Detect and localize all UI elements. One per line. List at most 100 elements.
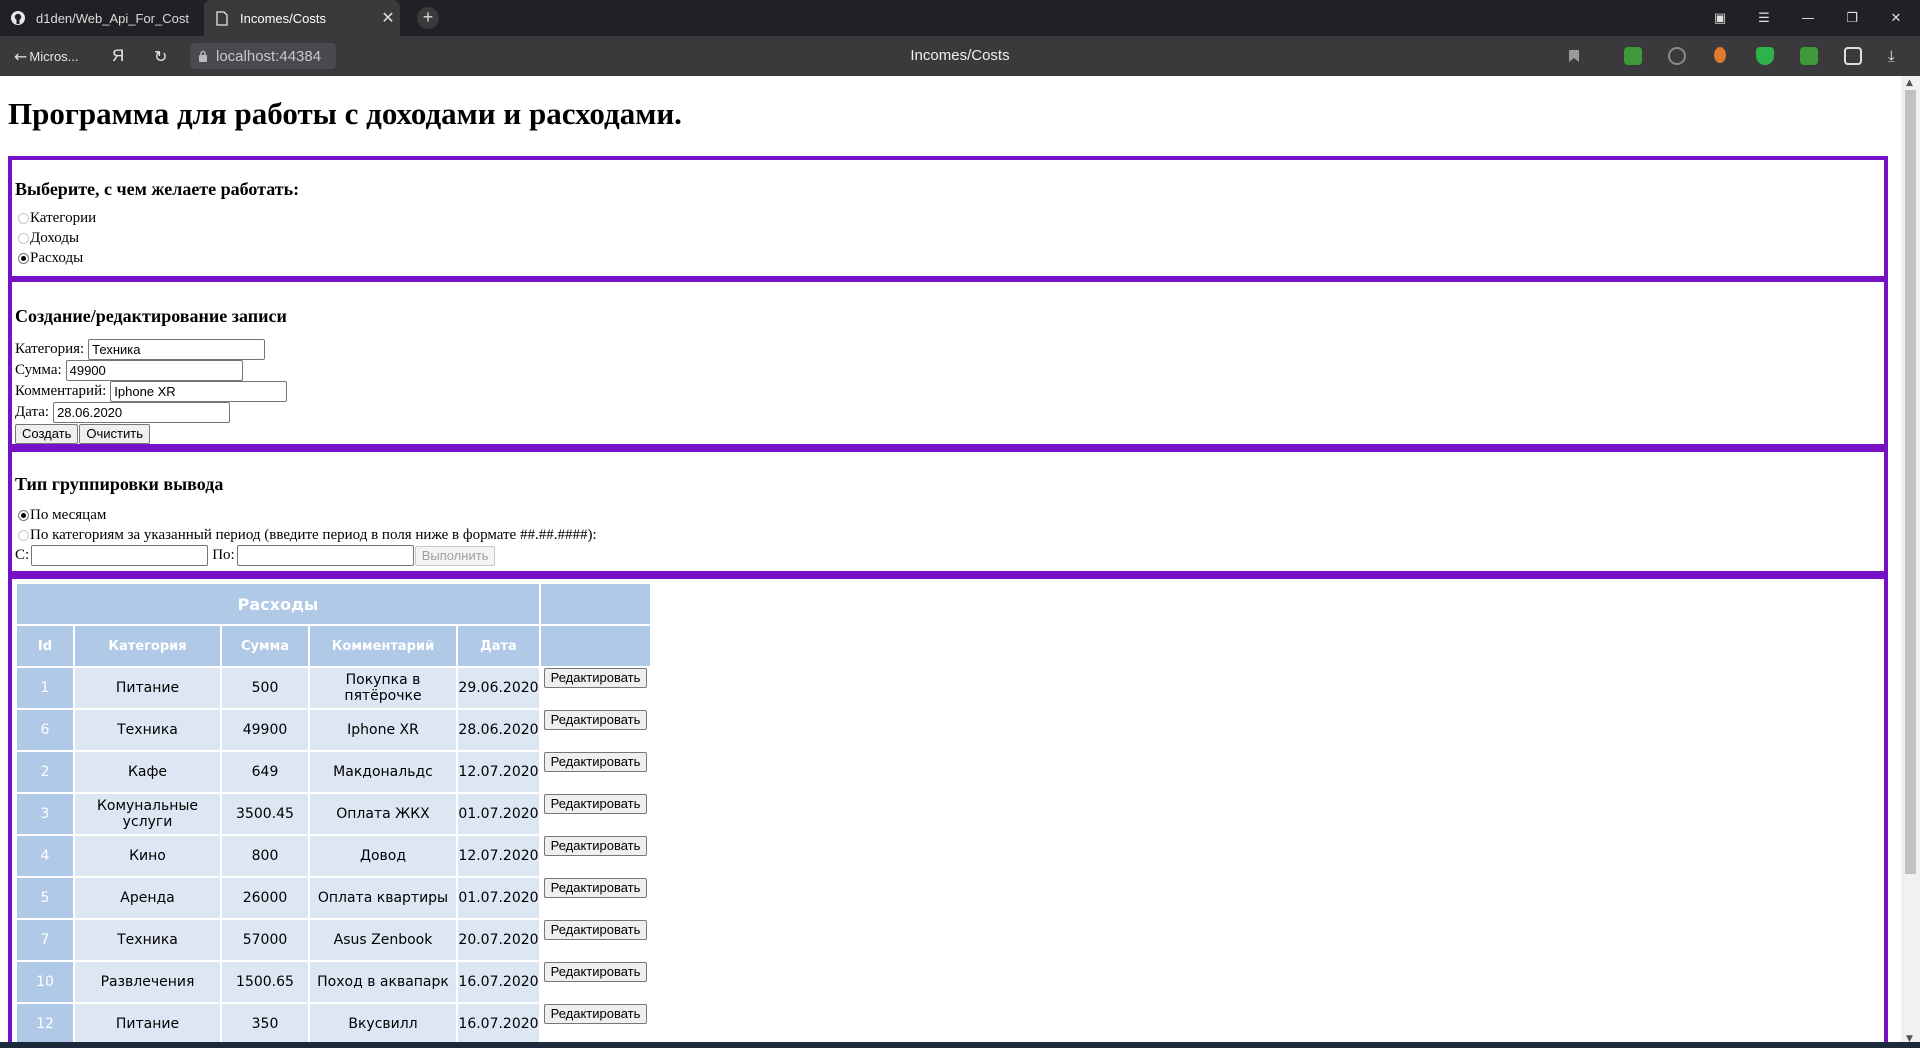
radio-icon[interactable] [18,233,29,244]
date-input[interactable] [53,402,231,423]
cell-action: Редактировать [541,752,650,792]
close-window-icon[interactable]: ✕ [1874,0,1918,36]
url-text: localhost:44384 [216,47,322,65]
from-label: С: [15,547,30,563]
tab-collections-icon[interactable]: ▣ [1698,0,1742,36]
create-button[interactable]: Создать [15,424,79,444]
minimize-icon[interactable]: — [1786,0,1830,36]
browser-tab-bar: d1den/Web_Api_For_Cost Incomes/Costs ✕ +… [0,0,1920,36]
radio-by-period[interactable]: По категориям за указанный период (введи… [15,527,597,544]
cell-comment: Iphone XR [310,710,456,750]
cell-id: 10 [17,962,73,1002]
radio-costs[interactable]: Расходы [15,250,83,267]
vertical-scrollbar[interactable]: ▲ ▼ [1901,76,1920,1048]
reload-icon[interactable]: ↻ [154,36,167,76]
lock-icon [198,50,208,63]
radio-label: Доходы [30,230,80,246]
radio-label: Категории [30,210,97,226]
radio-incomes[interactable]: Доходы [15,230,79,247]
cell-id: 6 [17,710,73,750]
date-label: Дата: [15,404,50,420]
cell-category: Аренда [75,878,220,918]
edit-button[interactable]: Редактировать [543,752,648,772]
edit-button[interactable]: Редактировать [543,668,648,688]
tab-incomes-costs[interactable]: Incomes/Costs ✕ [204,0,400,36]
radio-icon[interactable] [18,530,29,541]
page-content: Программа для работы с доходами и расход… [0,76,1901,1048]
clear-button[interactable]: Очистить [79,424,150,444]
cell-date: 16.07.2020 [458,1004,539,1044]
run-button[interactable]: Выполнить [414,545,496,566]
radio-icon[interactable] [18,510,29,521]
yandex-button[interactable]: Я [112,36,124,76]
to-label: По: [212,547,235,563]
cell-comment: Оплата квартиры [310,878,456,918]
costs-table: Расходы Id Категория Сумма Комментарий Д… [15,582,652,1046]
menu-icon[interactable]: ☰ [1742,0,1786,36]
from-input[interactable] [31,545,209,566]
table-caption-spacer [541,584,650,624]
sum-row: Сумма: [15,360,243,381]
tab-github[interactable]: d1den/Web_Api_For_Cost [0,0,196,36]
radio-icon[interactable] [18,253,29,264]
comment-input[interactable] [110,381,288,402]
category-input[interactable] [88,339,266,360]
sum-input[interactable] [65,360,243,381]
cell-sum: 1500.65 [222,962,308,1002]
translate-icon[interactable] [1844,47,1862,65]
cell-category: Техника [75,920,220,960]
table-row: 7 Техника 57000 Asus Zenbook 20.07.2020 Редак… [17,920,650,960]
edit-button[interactable]: Редактировать [543,794,648,814]
edit-button[interactable]: Редактировать [543,920,648,940]
edit-button[interactable]: Редактировать [543,1004,648,1024]
at-ext-icon[interactable] [1668,47,1686,65]
github-icon [10,10,26,26]
cell-id: 7 [17,920,73,960]
comment-label: Комментарий: [15,383,107,399]
bookmark-icon[interactable] [1568,36,1580,76]
new-tab-button[interactable]: + [417,7,439,29]
extension-icon[interactable] [1714,47,1726,63]
edit-button[interactable]: Редактировать [543,836,648,856]
cell-date: 12.07.2020 [458,752,539,792]
cell-sum: 800 [222,836,308,876]
editor-buttons: Создать Очистить [15,424,150,444]
costs-table-body: 1 Питание 500 Покупка в пятёрочке 29.06.2020… [17,668,650,1044]
grouping-heading: Тип группировки вывода [15,474,224,494]
cell-category: Питание [75,1004,220,1044]
scroll-up-icon[interactable]: ▲ [1906,78,1913,88]
edit-button[interactable]: Редактировать [543,878,648,898]
cell-comment: Довод [310,836,456,876]
radio-categories[interactable]: Категории [15,210,96,227]
back-button[interactable]: ← Micros... [14,36,79,76]
radio-icon[interactable] [18,213,29,224]
cell-id: 12 [17,1004,73,1044]
to-input[interactable] [236,545,414,566]
radio-by-month[interactable]: По месяцам [15,507,106,524]
download-ext-2-icon[interactable] [1800,47,1818,65]
download-icon[interactable]: ⤓ [1888,36,1895,76]
grouping-section: Тип группировки вывода По месяцам По кат… [8,448,1888,575]
os-taskbar [0,1042,1920,1048]
shield-ext-icon[interactable] [1756,47,1774,65]
table-row: 1 Питание 500 Покупка в пятёрочке 29.06.2020… [17,668,650,708]
edit-button[interactable]: Редактировать [543,710,648,730]
cell-sum: 500 [222,668,308,708]
restore-icon[interactable]: ❐ [1830,0,1874,36]
cell-category: Развлечения [75,962,220,1002]
close-tab-icon[interactable]: ✕ [376,8,400,28]
tab-label: d1den/Web_Api_For_Cost [36,10,189,26]
address-bar[interactable]: localhost:44384 [190,43,336,69]
cell-sum: 3500.45 [222,794,308,834]
radio-label: По месяцам [30,507,107,523]
edit-button[interactable]: Редактировать [543,962,648,982]
header-comment: Комментарий [310,626,456,666]
cell-category: Кино [75,836,220,876]
header-category: Категория [75,626,220,666]
cell-date: 20.07.2020 [458,920,539,960]
scrollbar-thumb[interactable] [1905,90,1916,874]
cell-sum: 26000 [222,878,308,918]
cell-date: 12.07.2020 [458,836,539,876]
download-ext-icon[interactable] [1624,47,1642,65]
editor-heading: Создание/редактирование записи [15,306,287,326]
